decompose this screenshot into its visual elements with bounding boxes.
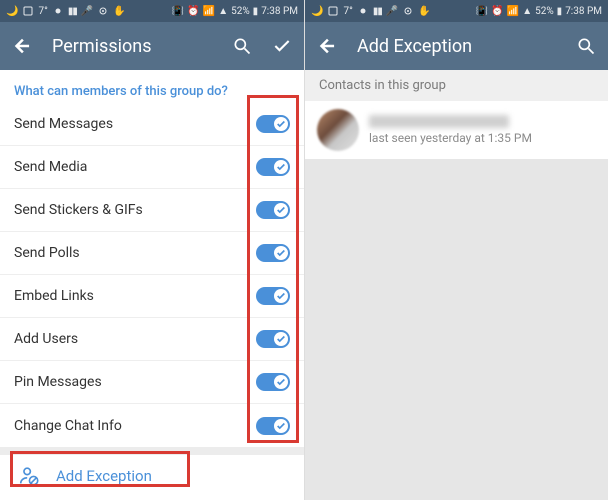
status-battery: 52%	[535, 6, 554, 17]
toggle-switch[interactable]	[256, 287, 290, 305]
signal-icon-2: ▲	[218, 6, 228, 17]
signal-icon: 📶	[507, 6, 519, 17]
contact-status: last seen yesterday at 1:35 PM	[369, 131, 596, 145]
pause-icon: ▮▮	[373, 6, 382, 17]
status-temp: 7°	[38, 6, 47, 17]
confirm-icon[interactable]	[272, 36, 292, 56]
mic-icon: 🎤	[81, 6, 93, 17]
mic-icon: 🎤	[386, 6, 398, 17]
perm-label: Send Messages	[14, 116, 256, 132]
toggle-switch[interactable]	[256, 417, 290, 435]
add-exception-button[interactable]: Add Exception	[0, 455, 304, 497]
perm-label: Send Polls	[14, 245, 256, 261]
hand-icon: ✋	[113, 6, 125, 17]
status-battery: 52%	[231, 6, 250, 17]
empty-area	[305, 159, 608, 500]
status-time: 7:38 PM	[565, 6, 602, 17]
toggle-switch[interactable]	[256, 115, 290, 133]
group-header: Contacts in this group	[305, 70, 608, 101]
back-icon[interactable]	[317, 36, 337, 56]
avatar	[317, 109, 359, 151]
signal-icon-2: ▲	[522, 6, 532, 17]
perm-label: Send Media	[14, 159, 256, 175]
contact-name-blurred	[369, 115, 509, 128]
perm-row[interactable]: Send Polls	[0, 232, 304, 275]
toggle-switch[interactable]	[256, 158, 290, 176]
add-user-blocked-icon	[18, 465, 40, 487]
moon-icon: 🌙	[6, 6, 18, 17]
toggle-switch[interactable]	[256, 201, 290, 219]
vibrate-icon: 📳	[172, 6, 184, 17]
pause-icon: ▮▮	[68, 6, 77, 17]
hand-icon: ✋	[418, 6, 430, 17]
search-icon[interactable]	[576, 36, 596, 56]
app-bar: Permissions	[0, 22, 304, 70]
perm-row[interactable]: Send Media	[0, 146, 304, 189]
permissions-list: Send Messages Send Media Send Stickers &…	[0, 103, 304, 447]
perm-label: Embed Links	[14, 288, 256, 304]
page-title: Permissions	[52, 36, 152, 57]
back-icon[interactable]	[12, 36, 32, 56]
permissions-content: What can members of this group do? Send …	[0, 70, 304, 500]
status-bar: 🌙 7° ▮▮ 🎤 ✋ 📳 ⏰ 📶 ▲ 52% ▮ 7:38 PM	[305, 0, 608, 22]
perm-label: Pin Messages	[14, 374, 256, 390]
perm-label: Change Chat Info	[14, 418, 256, 434]
screenshot-icon	[327, 5, 339, 17]
add-exception-label: Add Exception	[56, 467, 152, 485]
battery-icon: ▮	[557, 6, 563, 17]
page-title: Add Exception	[357, 36, 472, 57]
perm-row[interactable]: Send Stickers & GIFs	[0, 189, 304, 232]
perm-row[interactable]: Pin Messages	[0, 361, 304, 404]
alarm-icon: ⏰	[187, 6, 199, 17]
screen-add-exception: 🌙 7° ▮▮ 🎤 ✋ 📳 ⏰ 📶 ▲ 52% ▮ 7:38 PM Add Ex…	[304, 0, 608, 500]
toggle-switch[interactable]	[256, 330, 290, 348]
divider	[0, 447, 304, 455]
toggle-switch[interactable]	[256, 373, 290, 391]
perm-label: Send Stickers & GIFs	[14, 202, 256, 218]
section-header: What can members of this group do?	[0, 70, 304, 103]
perm-label: Add Users	[14, 331, 256, 347]
target-icon	[402, 5, 414, 17]
screen-permissions: 🌙 7° ▮▮ 🎤 ✋ 📳 ⏰ 📶 ▲ 52% ▮ 7:38 PM Permis…	[0, 0, 304, 500]
perm-row[interactable]: Send Messages	[0, 103, 304, 146]
battery-icon: ▮	[253, 6, 259, 17]
signal-icon: 📶	[203, 6, 215, 17]
status-bar: 🌙 7° ▮▮ 🎤 ✋ 📳 ⏰ 📶 ▲ 52% ▮ 7:38 PM	[0, 0, 304, 22]
cloud-icon	[52, 5, 64, 17]
screenshot-icon	[22, 5, 34, 17]
status-temp: 7°	[343, 6, 352, 17]
exception-content: Contacts in this group last seen yesterd…	[305, 70, 608, 500]
status-time: 7:38 PM	[261, 6, 298, 17]
cloud-icon	[357, 5, 369, 17]
alarm-icon: ⏰	[491, 6, 503, 17]
perm-row[interactable]: Add Users	[0, 318, 304, 361]
app-bar: Add Exception	[305, 22, 608, 70]
target-icon	[97, 5, 109, 17]
search-icon[interactable]	[232, 36, 252, 56]
contact-row[interactable]: last seen yesterday at 1:35 PM	[305, 101, 608, 159]
moon-icon: 🌙	[311, 6, 323, 17]
toggle-switch[interactable]	[256, 244, 290, 262]
vibrate-icon: 📳	[476, 6, 488, 17]
perm-row[interactable]: Change Chat Info	[0, 404, 304, 447]
perm-row[interactable]: Embed Links	[0, 275, 304, 318]
